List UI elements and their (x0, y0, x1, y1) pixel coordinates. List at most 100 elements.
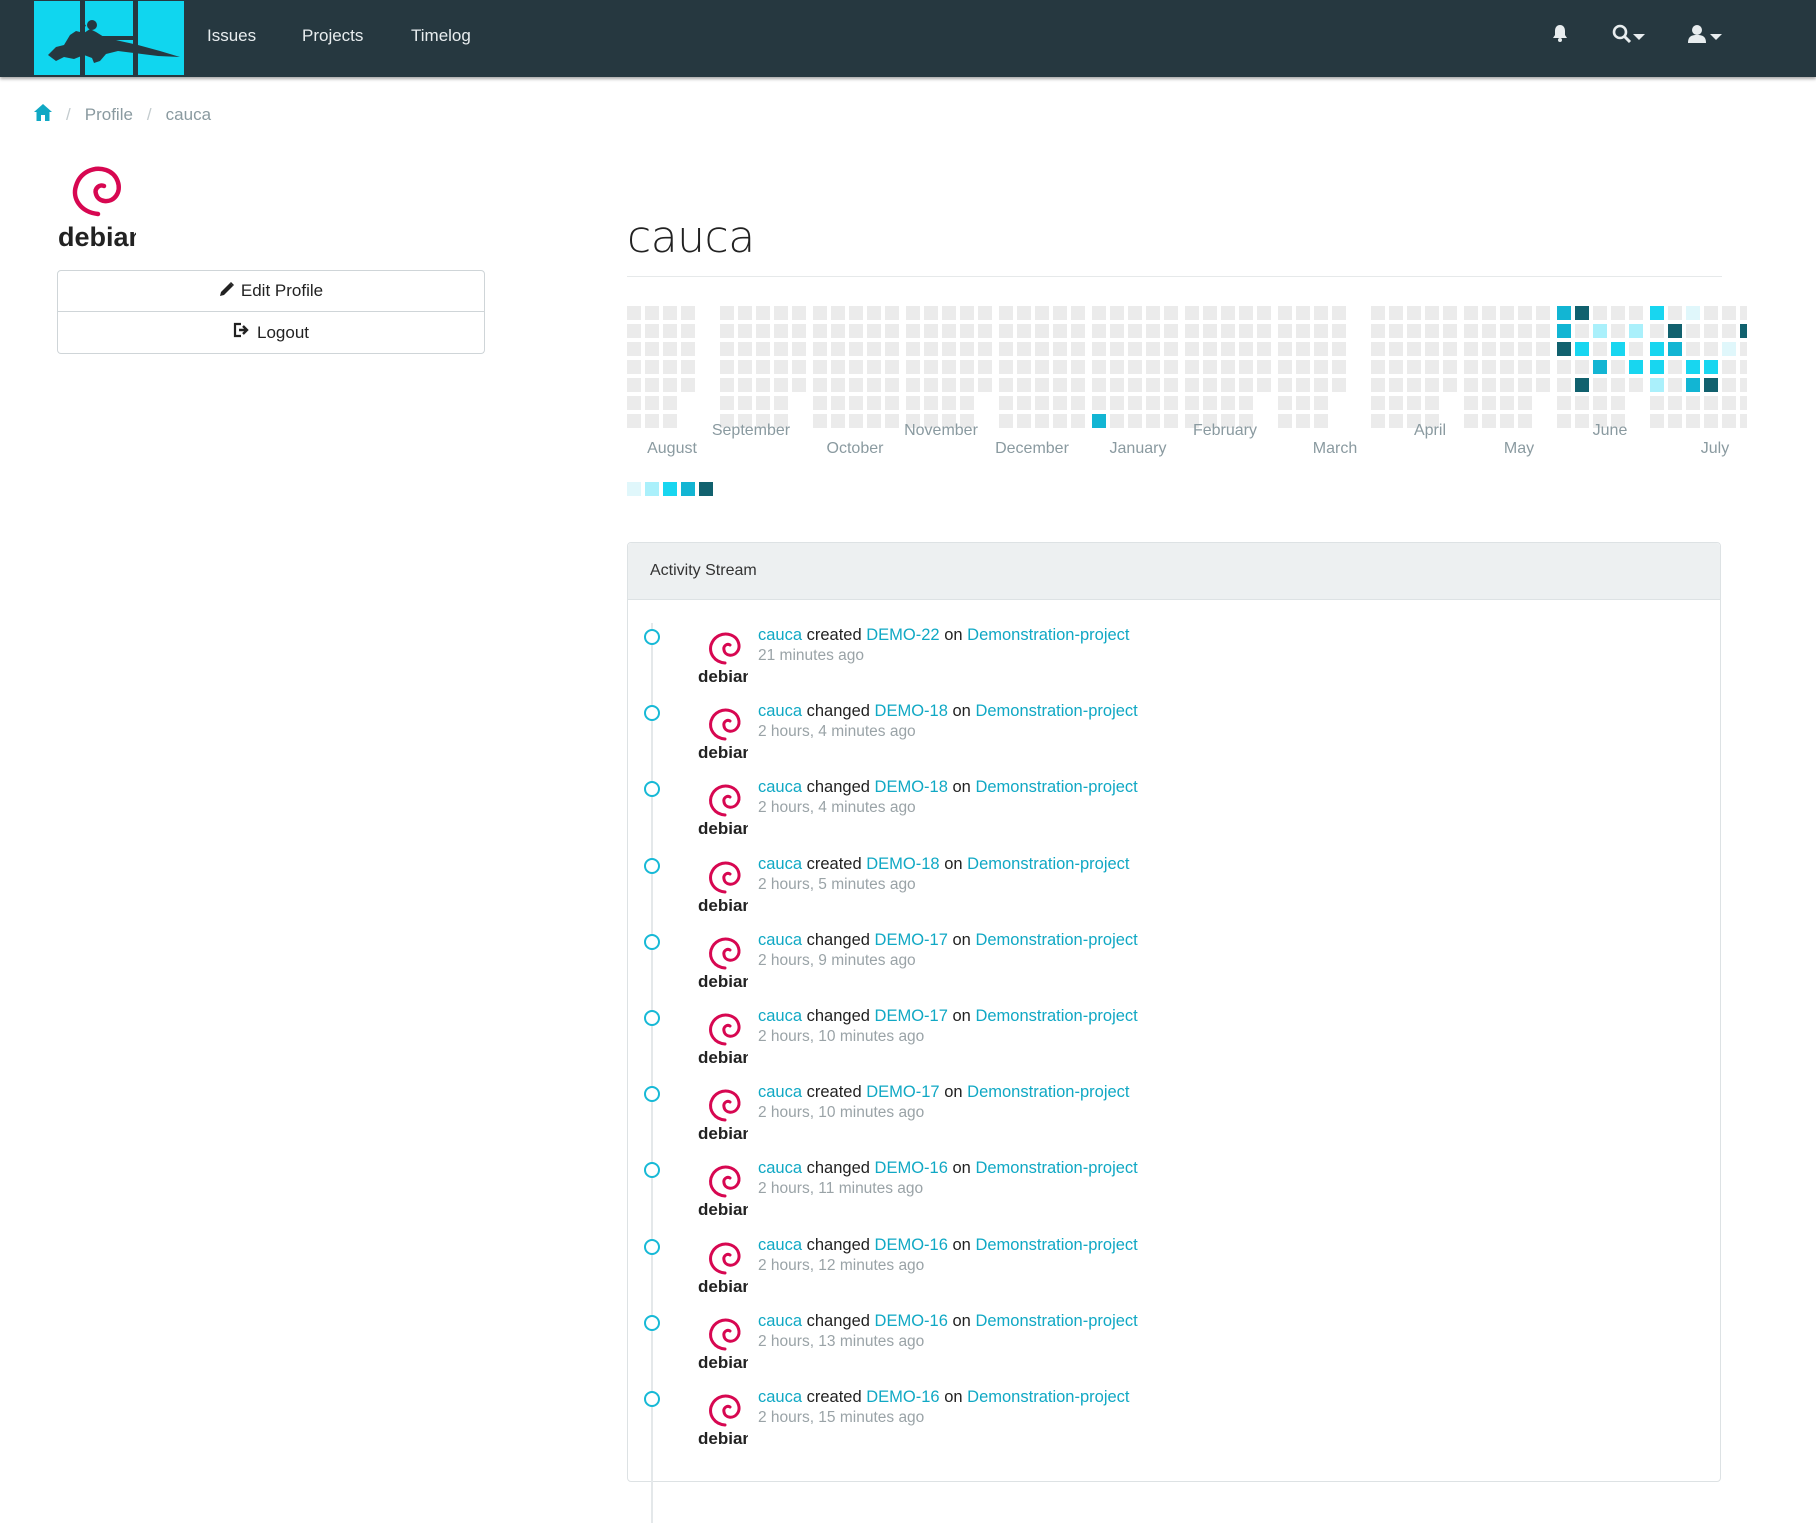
heatmap-day-cell[interactable] (1686, 414, 1700, 428)
heatmap-day-cell[interactable] (999, 342, 1013, 356)
heatmap-day-cell[interactable] (1239, 378, 1253, 392)
heatmap-day-cell[interactable] (942, 360, 956, 374)
heatmap-day-cell[interactable] (756, 396, 770, 410)
heatmap-day-cell[interactable] (792, 324, 806, 338)
heatmap-day-cell[interactable] (1500, 324, 1514, 338)
heatmap-day-cell[interactable] (1593, 360, 1607, 374)
heatmap-day-cell[interactable] (1611, 324, 1625, 338)
heatmap-day-cell[interactable] (999, 360, 1013, 374)
issue-link[interactable]: DEMO-16 (875, 1236, 948, 1254)
heatmap-day-cell[interactable] (831, 306, 845, 320)
heatmap-day-cell[interactable] (1407, 360, 1421, 374)
heatmap-day-cell[interactable] (1518, 360, 1532, 374)
heatmap-day-cell[interactable] (774, 324, 788, 338)
heatmap-day-cell[interactable] (1389, 306, 1403, 320)
heatmap-day-cell[interactable] (849, 306, 863, 320)
heatmap-day-cell[interactable] (1536, 306, 1550, 320)
heatmap-day-cell[interactable] (681, 378, 695, 392)
heatmap-day-cell[interactable] (978, 342, 992, 356)
heatmap-day-cell[interactable] (1611, 360, 1625, 374)
heatmap-day-cell[interactable] (978, 306, 992, 320)
heatmap-day-cell[interactable] (1296, 378, 1310, 392)
user-avatar[interactable]: debian (698, 1387, 753, 1448)
logout-button[interactable]: Logout (57, 312, 485, 354)
heatmap-day-cell[interactable] (1686, 396, 1700, 410)
heatmap-day-cell[interactable] (1296, 324, 1310, 338)
heatmap-day-cell[interactable] (1518, 396, 1532, 410)
heatmap-day-cell[interactable] (1314, 396, 1328, 410)
heatmap-day-cell[interactable] (1257, 360, 1271, 374)
heatmap-day-cell[interactable] (720, 378, 734, 392)
heatmap-day-cell[interactable] (645, 378, 659, 392)
heatmap-day-cell[interactable] (867, 306, 881, 320)
heatmap-day-cell[interactable] (849, 396, 863, 410)
heatmap-day-cell[interactable] (1593, 324, 1607, 338)
heatmap-day-cell[interactable] (681, 342, 695, 356)
heatmap-day-cell[interactable] (1017, 396, 1031, 410)
heatmap-day-cell[interactable] (1128, 342, 1142, 356)
heatmap-day-cell[interactable] (1575, 306, 1589, 320)
heatmap-day-cell[interactable] (1668, 396, 1682, 410)
heatmap-day-cell[interactable] (1557, 396, 1571, 410)
heatmap-day-cell[interactable] (906, 306, 920, 320)
heatmap-day-cell[interactable] (627, 342, 641, 356)
heatmap-day-cell[interactable] (1185, 324, 1199, 338)
heatmap-day-cell[interactable] (1071, 396, 1085, 410)
heatmap-day-cell[interactable] (1704, 396, 1718, 410)
heatmap-day-cell[interactable] (1164, 414, 1178, 428)
heatmap-day-cell[interactable] (1314, 324, 1328, 338)
heatmap-day-cell[interactable] (1425, 306, 1439, 320)
heatmap-day-cell[interactable] (831, 396, 845, 410)
user-avatar[interactable]: debian (698, 1311, 753, 1372)
heatmap-day-cell[interactable] (1464, 342, 1478, 356)
heatmap-day-cell[interactable] (1575, 414, 1589, 428)
heatmap-day-cell[interactable] (1185, 378, 1199, 392)
heatmap-day-cell[interactable] (924, 324, 938, 338)
heatmap-day-cell[interactable] (1239, 342, 1253, 356)
home-icon[interactable] (34, 104, 52, 126)
heatmap-day-cell[interactable] (1500, 360, 1514, 374)
heatmap-day-cell[interactable] (1650, 360, 1664, 374)
heatmap-day-cell[interactable] (1221, 378, 1235, 392)
heatmap-day-cell[interactable] (885, 342, 899, 356)
heatmap-day-cell[interactable] (1740, 342, 1747, 356)
heatmap-day-cell[interactable] (792, 360, 806, 374)
project-link[interactable]: Demonstration-project (967, 1388, 1129, 1406)
heatmap-day-cell[interactable] (960, 396, 974, 410)
heatmap-day-cell[interactable] (645, 306, 659, 320)
heatmap-day-cell[interactable] (906, 342, 920, 356)
heatmap-day-cell[interactable] (738, 378, 752, 392)
heatmap-day-cell[interactable] (1017, 306, 1031, 320)
heatmap-day-cell[interactable] (1536, 378, 1550, 392)
heatmap-day-cell[interactable] (942, 378, 956, 392)
project-link[interactable]: Demonstration-project (975, 1312, 1137, 1330)
heatmap-day-cell[interactable] (1203, 396, 1217, 410)
heatmap-day-cell[interactable] (774, 360, 788, 374)
heatmap-day-cell[interactable] (885, 306, 899, 320)
heatmap-day-cell[interactable] (1722, 324, 1736, 338)
heatmap-day-cell[interactable] (1239, 360, 1253, 374)
heatmap-day-cell[interactable] (1128, 360, 1142, 374)
heatmap-day-cell[interactable] (645, 396, 659, 410)
heatmap-day-cell[interactable] (1071, 360, 1085, 374)
heatmap-day-cell[interactable] (627, 378, 641, 392)
heatmap-day-cell[interactable] (813, 414, 827, 428)
heatmap-day-cell[interactable] (1221, 306, 1235, 320)
heatmap-day-cell[interactable] (1164, 378, 1178, 392)
heatmap-day-cell[interactable] (663, 396, 677, 410)
heatmap-day-cell[interactable] (1146, 396, 1160, 410)
issue-link[interactable]: DEMO-22 (866, 626, 939, 644)
heatmap-day-cell[interactable] (1110, 414, 1124, 428)
heatmap-day-cell[interactable] (1314, 360, 1328, 374)
heatmap-day-cell[interactable] (924, 396, 938, 410)
heatmap-day-cell[interactable] (645, 360, 659, 374)
heatmap-day-cell[interactable] (1722, 360, 1736, 374)
heatmap-day-cell[interactable] (1332, 306, 1346, 320)
issue-link[interactable]: DEMO-17 (875, 1007, 948, 1025)
heatmap-day-cell[interactable] (1092, 360, 1106, 374)
heatmap-day-cell[interactable] (1071, 378, 1085, 392)
heatmap-day-cell[interactable] (1425, 342, 1439, 356)
issue-link[interactable]: DEMO-18 (875, 778, 948, 796)
heatmap-day-cell[interactable] (1053, 342, 1067, 356)
issue-link[interactable]: DEMO-18 (875, 702, 948, 720)
